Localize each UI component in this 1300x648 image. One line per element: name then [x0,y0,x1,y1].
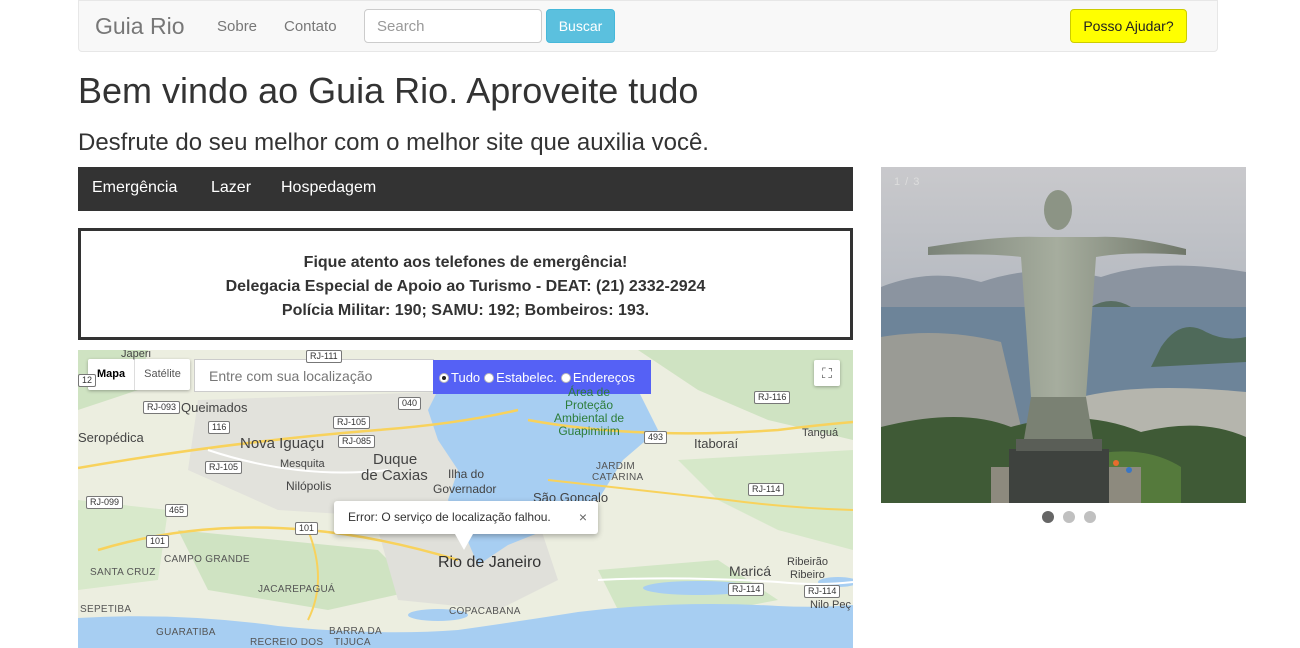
radio-tudo[interactable] [439,373,449,383]
navbar: Guia Rio Sobre Contato Buscar Posso Ajud… [78,0,1218,52]
road-shield: 040 [398,397,422,410]
info-window-text: Error: O serviço de localização falhou. [348,510,551,524]
info-window-tail [455,534,473,550]
christ-redeemer-image [881,167,1246,503]
road-shield: RJ-114 [804,585,841,598]
road-shield: 101 [295,522,319,535]
map-info-window: Error: O serviço de localização falhou. … [334,501,598,534]
map-label-apa: Área de Proteção Ambiental de Guapimirim [554,385,625,438]
map-label: JACAREPAGUÁ [258,584,336,595]
map-label: Queimados [181,400,248,415]
map-label: Tanguá [802,427,839,439]
fullscreen-icon[interactable]: ⛶ [814,360,840,386]
map-label: Duque [373,451,418,468]
road-shield: RJ-105 [205,461,243,474]
radio-enderecos[interactable] [560,373,571,383]
map-label-rio: Rio de Janeiro [438,554,542,571]
road-shield: RJ-093 [143,401,181,414]
search-input[interactable] [364,9,542,43]
radio-enderecos-label: Endereços [572,369,636,385]
map-label: Maricá [729,563,772,579]
map[interactable]: Mapa Satélite Tudo Estabelec. Endereços … [78,350,853,648]
radio-estabelec-label: Estabelec. [496,369,557,385]
road-shield: RJ-114 [748,483,785,496]
emergency-line-1: Fique atento aos telefones de emergência… [303,254,628,271]
map-type-satelite[interactable]: Satélite [134,359,190,390]
road-shield: 493 [644,431,668,444]
map-label: RECREIO DOS [250,637,324,648]
map-label: GUARATIBA [156,627,216,638]
road-shield: 465 [165,504,189,517]
map-label: BARRA DA [329,626,382,637]
tab-emergencia[interactable]: Emergência [92,179,177,197]
tab-hospedagem[interactable]: Hospedagem [281,179,376,197]
road-shield: RJ-114 [728,583,765,596]
emergency-info-box: Fique atento aos telefones de emergência… [78,228,853,340]
map-label: Nova Iguaçu [240,435,325,452]
map-label: Itaboraí [694,436,739,451]
nav-link-contato[interactable]: Contato [284,18,337,35]
map-label: Nilo Peç [810,599,851,611]
map-label: SANTA CRUZ [90,567,156,578]
page-title: Bem vindo ao Guia Rio. Aproveite tudo [78,70,699,111]
road-shield: RJ-085 [338,435,376,448]
map-label: Nilópolis [286,479,332,493]
carousel-dot-2[interactable] [1063,511,1075,523]
emergency-line-2: Delegacia Especial de Apoio ao Turismo -… [225,278,706,295]
carousel-dot-3[interactable] [1084,511,1096,523]
brand-logo[interactable]: Guia Rio [95,13,184,40]
map-label: Governador [433,482,497,496]
map-location-input[interactable] [194,359,434,392]
page-subtitle: Desfrute do seu melhor com o melhor site… [78,129,709,156]
map-label: JARDIM [596,461,636,472]
road-shield: 12 [78,374,97,387]
carousel-indicators [1042,511,1096,523]
road-shield: 116 [208,421,231,434]
tab-lazer[interactable]: Lazer [211,179,251,197]
map-label: CATARINA [592,472,644,483]
map-type-control: Mapa Satélite [88,359,190,390]
map-label: de Caxias [361,467,428,484]
radio-estabelec[interactable] [484,373,495,383]
emergency-line-3: Polícia Militar: 190; SAMU: 192; Bombeir… [281,302,650,319]
nav-link-sobre[interactable]: Sobre [217,18,257,35]
map-label: COPACABANA [449,606,521,617]
help-button[interactable]: Posso Ajudar? [1070,9,1187,43]
map-label: TIJUCA [334,637,371,648]
map-label: SEPETIBA [80,604,132,615]
road-shield: RJ-111 [306,350,342,363]
map-label: Seropédica [78,430,144,445]
map-label: Japeri [121,350,151,360]
search-button[interactable]: Buscar [546,9,615,43]
category-tabs: Emergência Lazer Hospedagem [78,167,853,211]
radio-tudo-label: Tudo [451,369,481,385]
map-label: Ribeiro [790,569,825,581]
map-label: Ilha do [448,467,485,481]
carousel-counter: 1 / 3 [894,176,921,188]
road-shield: RJ-105 [333,416,371,429]
road-shield: 101 [146,535,170,548]
road-shield: RJ-116 [754,391,791,404]
map-label: Mesquita [280,458,325,470]
carousel-dot-1[interactable] [1042,511,1054,523]
map-label: CAMPO GRANDE [164,554,250,565]
road-shield: RJ-099 [86,496,124,509]
image-carousel[interactable]: 1 / 3 [881,167,1246,503]
map-label: Ribeirão [787,556,828,568]
map-background [78,350,853,648]
close-icon[interactable]: × [579,501,587,534]
